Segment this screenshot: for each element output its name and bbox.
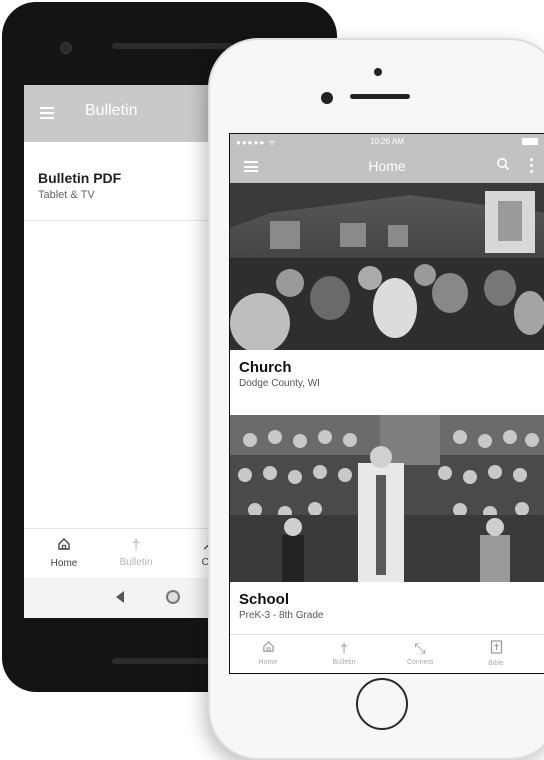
church-photo[interactable]	[230, 183, 544, 350]
nav-item-home[interactable]: Home	[238, 640, 298, 666]
nav-label-bulletin: Bulletin	[119, 557, 153, 568]
more-options-icon[interactable]	[530, 158, 534, 174]
school-photo[interactable]	[230, 415, 544, 582]
iphone: ●●●●● ᯤ 10:26 AM Home Church Dodge Count…	[208, 38, 544, 760]
home-icon	[238, 640, 298, 656]
nav-item-bible[interactable]: Bible	[466, 640, 526, 667]
list-item-title: Bulletin PDF	[38, 170, 122, 186]
card-subtitle-school: PreK-3 - 8th Grade	[239, 610, 324, 621]
nav-label-connect: Connect	[406, 659, 434, 666]
status-time: 10:26 AM	[370, 137, 404, 146]
earpiece-speaker	[350, 94, 410, 99]
nav-item-connect[interactable]: ⤡ Connect	[390, 640, 450, 666]
church-card-info[interactable]: Church Dodge County, WI	[230, 350, 544, 400]
iphone-bottom-nav: Home † Bulletin ⤡ Connect Bible	[230, 634, 544, 673]
nav-label-home: Home	[50, 558, 78, 569]
home-icon	[34, 537, 94, 556]
earpiece-speaker	[112, 43, 232, 49]
nav-item-bulletin[interactable]: † Bulletin	[314, 640, 374, 666]
card-subtitle-church: Dodge County, WI	[239, 378, 320, 389]
home-circle-icon[interactable]	[166, 590, 180, 604]
status-bar: ●●●●● ᯤ 10:26 AM	[230, 134, 544, 150]
back-icon[interactable]	[116, 591, 124, 603]
card-title-church: Church	[239, 359, 292, 376]
list-item-subtitle: Tablet & TV	[38, 189, 95, 201]
page-title: Bulletin	[85, 102, 138, 119]
proximity-sensor	[374, 68, 382, 76]
cross-icon: †	[131, 537, 141, 554]
bible-icon	[466, 640, 526, 657]
nav-item-home[interactable]: Home	[34, 537, 94, 569]
front-camera	[321, 92, 333, 104]
connect-icon: ⤡	[414, 640, 426, 656]
hamburger-menu-icon[interactable]	[40, 107, 54, 119]
front-camera	[60, 42, 72, 54]
card-title-school: School	[239, 591, 290, 608]
iphone-home-button[interactable]	[356, 678, 408, 730]
nav-label-bulletin: Bulletin	[332, 659, 356, 666]
cross-icon: †	[340, 640, 348, 656]
nav-item-bulletin[interactable]: † Bulletin	[106, 537, 166, 568]
iphone-app-bar: Home	[230, 150, 544, 183]
nav-label-bible: Bible	[488, 660, 504, 667]
search-icon[interactable]	[496, 157, 510, 171]
battery-icon	[522, 138, 538, 145]
school-card-info[interactable]: School PreK-3 - 8th Grade	[230, 582, 544, 634]
nav-label-home: Home	[258, 659, 278, 666]
iphone-screen: ●●●●● ᯤ 10:26 AM Home Church Dodge Count…	[229, 133, 544, 674]
stage: Bulletin Bulletin PDF Tablet & TV Home †…	[0, 0, 544, 760]
